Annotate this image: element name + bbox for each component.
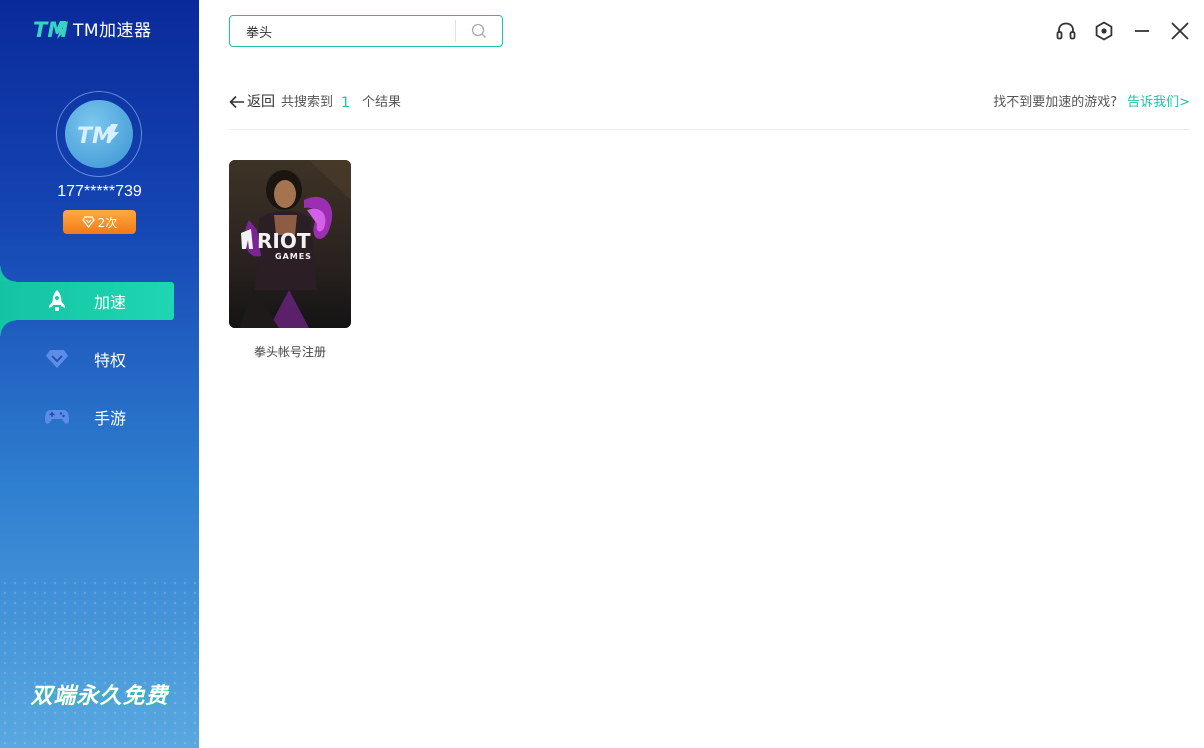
search-box[interactable] [229,15,503,47]
minimize-button[interactable] [1132,20,1152,42]
result-suffix: 个结果 [361,95,401,110]
cover-logo-top: RIOT [257,229,311,253]
headset-icon [1056,22,1076,40]
gear-icon [1095,21,1113,41]
brand: TM TM加速器 [33,16,152,42]
gamepad-icon [44,404,70,430]
close-button[interactable] [1170,20,1190,42]
result-bar: 返回 共搜索到 1 个结果 找不到要加速的游戏? 告诉我们> [229,90,1190,130]
arrow-left-icon [229,95,244,109]
promo-slogan: 双端永久免费 [30,684,169,709]
sidebar-item-label: 加速 [94,293,127,312]
minimize-icon [1135,30,1149,32]
vip-count: 2次 [97,215,118,230]
result-count: 1 [341,95,350,111]
support-button[interactable] [1056,20,1076,42]
tm-logo-icon: TM [33,18,68,41]
window-controls [1056,20,1190,42]
result-prefix: 共搜索到 [281,95,334,110]
diamond-icon [44,346,70,372]
settings-button[interactable] [1094,20,1114,42]
game-name[interactable]: 拳头帐号注册 [229,343,351,360]
avatar[interactable]: TM [65,100,133,168]
tm-avatar-icon: TM [77,124,119,149]
rocket-icon [44,288,70,314]
game-card[interactable]: RIOT GAMES 拳头帐号注册 [229,160,351,360]
sidebar-item-privileges[interactable]: 特权 [0,339,199,379]
vip-badge[interactable]: 2次 [63,210,136,234]
sidebar-item-accelerate[interactable]: 加速 [0,281,199,321]
close-icon [1171,22,1189,40]
svg-text:TM: TM [77,124,114,149]
sidebar-item-label: 手游 [94,409,127,428]
sidebar: TM TM加速器 TM 177*****739 2次 加速 特权 手游 双端永久… [0,0,199,748]
game-cover-art: RIOT GAMES [229,160,351,328]
search-icon [471,23,486,38]
sidebar-item-mobile-games[interactable]: 手游 [0,397,199,437]
diamond-badge-icon [81,216,95,228]
feedback-text: 找不到要加速的游戏? [993,95,1118,110]
avatar-ring[interactable]: TM [56,91,142,177]
back-button[interactable]: 返回 [229,90,275,114]
game-cover-image[interactable]: RIOT GAMES [229,160,351,328]
sidebar-item-label: 特权 [94,351,127,370]
feedback-link[interactable]: 告诉我们> [1127,90,1190,116]
feedback: 找不到要加速的游戏? 告诉我们> [993,90,1190,116]
cover-logo-bottom: GAMES [275,252,312,261]
user-phone: 177*****739 [57,183,142,200]
search-input[interactable] [230,17,455,45]
back-label: 返回 [247,94,275,110]
search-button[interactable] [456,16,502,46]
app-title: TM加速器 [73,21,152,41]
